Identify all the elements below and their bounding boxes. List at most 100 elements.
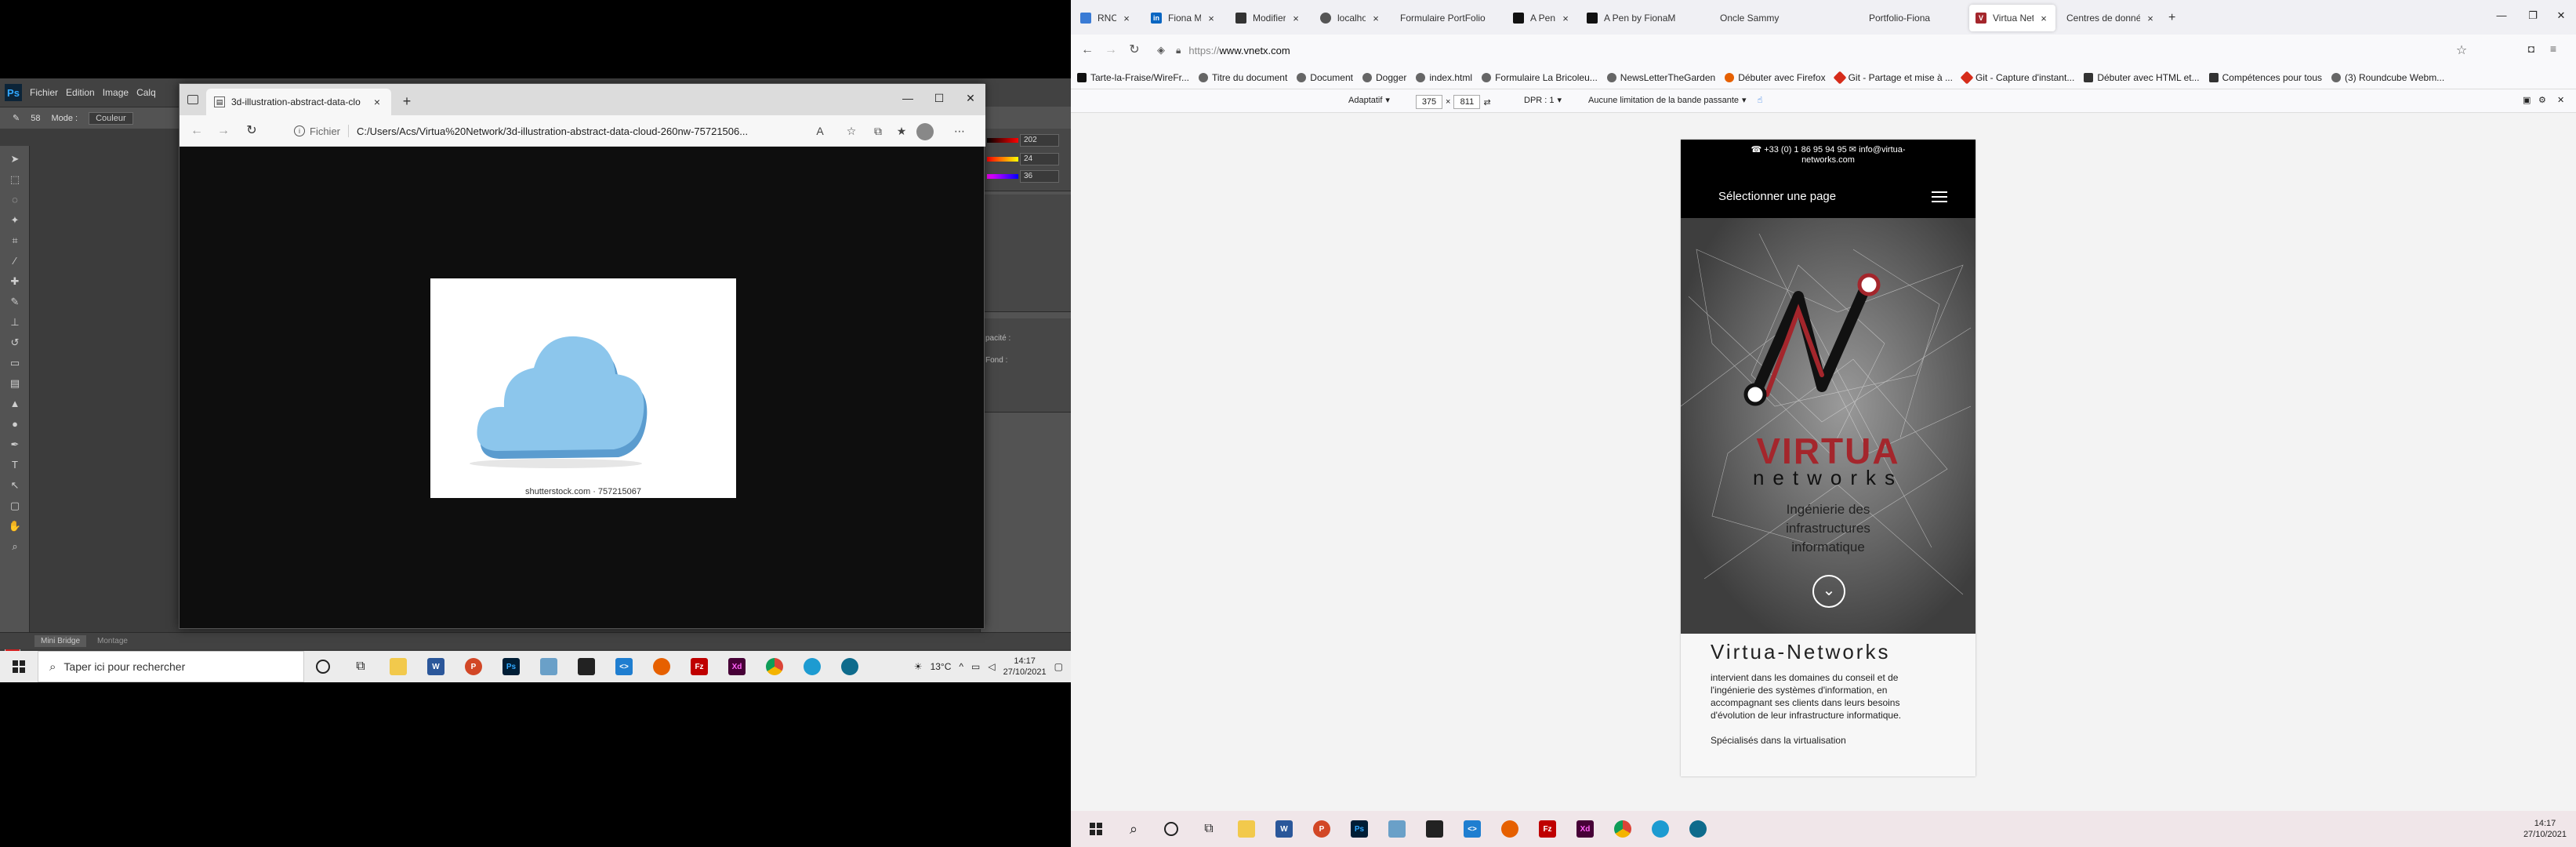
tracking-shield-icon[interactable]: ◈ bbox=[1157, 44, 1168, 56]
nav-select-label[interactable]: Sélectionner une page bbox=[1718, 190, 1836, 203]
more-menu-icon[interactable]: ⋯ bbox=[951, 123, 968, 139]
tab-montage[interactable]: Montage bbox=[91, 635, 134, 647]
shape-tool-icon[interactable]: ▢ bbox=[8, 499, 22, 513]
notifications-icon[interactable]: ▢ bbox=[1054, 661, 1063, 672]
path-select-tool-icon[interactable]: ↖ bbox=[8, 478, 22, 493]
email-part-2[interactable]: networks.com bbox=[1681, 155, 1976, 165]
word-icon[interactable]: W bbox=[1265, 811, 1303, 847]
minimize-icon[interactable]: — bbox=[896, 92, 920, 107]
gradient-tool-icon[interactable]: ▤ bbox=[8, 376, 22, 391]
brush-tool-icon[interactable]: ✎ bbox=[8, 295, 22, 309]
lasso-tool-icon[interactable]: ◌ bbox=[8, 193, 22, 207]
rotate-icon[interactable]: ⇄ bbox=[1483, 97, 1490, 107]
marquee-tool-icon[interactable]: ⬚ bbox=[8, 173, 22, 187]
dpr-selector[interactable]: DPR : 1 ▾ bbox=[1524, 95, 1562, 106]
close-tab-icon[interactable]: × bbox=[371, 96, 383, 108]
menu-edition[interactable]: Edition bbox=[66, 87, 95, 98]
ff-tab-11[interactable]: Centres de données p × bbox=[2060, 5, 2162, 31]
adobe-xd-icon[interactable]: Xd bbox=[718, 651, 756, 682]
edge-url-field[interactable]: i Fichier C:/Users/Acs/Virtua%20Network/… bbox=[294, 120, 788, 142]
edge-icon[interactable] bbox=[793, 651, 831, 682]
green-value[interactable]: 24 bbox=[1020, 153, 1059, 165]
volume-icon[interactable]: ◁ bbox=[988, 661, 995, 672]
info-icon[interactable]: i bbox=[294, 125, 305, 136]
mode-select[interactable]: Couleur bbox=[89, 111, 133, 125]
edge-dev-icon[interactable] bbox=[1679, 811, 1717, 847]
ff-tab-10-active[interactable]: V Virtua Networks | × bbox=[1969, 5, 2055, 31]
bookmark-1[interactable]: Tarte-la-Fraise/WireFr... bbox=[1077, 72, 1189, 83]
close-tab-icon[interactable]: × bbox=[1121, 13, 1132, 24]
ff-tab-5[interactable]: Formulaire PortFolio bbox=[1394, 5, 1496, 31]
zoom-tool-icon[interactable]: ⌕ bbox=[8, 540, 22, 554]
refresh-icon[interactable]: ↻ bbox=[242, 123, 261, 139]
close-tab-icon[interactable]: × bbox=[1290, 13, 1301, 24]
scroll-down-icon[interactable]: ⌄ bbox=[1812, 575, 1845, 608]
ff-tab-9[interactable]: Portfolio-Fiona bbox=[1863, 5, 1965, 31]
settings-icon[interactable]: ⚙ bbox=[2538, 95, 2546, 105]
history-brush-tool-icon[interactable]: ↺ bbox=[8, 336, 22, 350]
photoshop-icon[interactable]: Ps bbox=[492, 651, 530, 682]
red-value[interactable]: 202 bbox=[1020, 134, 1059, 147]
ff-tab-2[interactable]: in Fiona MICHEL | Li × bbox=[1145, 5, 1223, 31]
file-explorer-icon[interactable] bbox=[379, 651, 417, 682]
ff-tab-6[interactable]: A Pen by FionaM × bbox=[1507, 5, 1577, 31]
height-input[interactable]: 811 bbox=[1453, 95, 1481, 109]
red-slider[interactable] bbox=[987, 138, 1018, 143]
eraser-tool-icon[interactable]: ▭ bbox=[8, 356, 22, 370]
new-tab-icon[interactable]: + bbox=[399, 93, 415, 109]
filezilla-icon[interactable]: Fz bbox=[680, 651, 718, 682]
close-window-icon[interactable]: ✕ bbox=[2549, 9, 2573, 22]
ff-url-field[interactable]: ◈ 🔒︎ https://www.vnetx.com bbox=[1149, 39, 2027, 61]
reload-icon[interactable]: ↻ bbox=[1126, 42, 1143, 58]
start-button[interactable] bbox=[0, 651, 38, 682]
bookmark-11[interactable]: Débuter avec HTML et... bbox=[2084, 72, 2200, 83]
healing-tool-icon[interactable]: ✚ bbox=[8, 274, 22, 289]
bookmark-5[interactable]: index.html bbox=[1416, 72, 1472, 83]
dodge-tool-icon[interactable]: ● bbox=[8, 417, 22, 431]
throttle-selector[interactable]: Aucune limitation de la bande passante ▾ ☝ bbox=[1588, 95, 1762, 106]
chrome-icon[interactable] bbox=[756, 651, 793, 682]
pocket-icon[interactable]: ◘ bbox=[2523, 42, 2540, 55]
screenshot-icon[interactable]: ▣ bbox=[2523, 95, 2531, 105]
edge-icon[interactable] bbox=[1642, 811, 1679, 847]
clock-left[interactable]: 14:17 27/10/2021 bbox=[1003, 656, 1047, 678]
edge-tab-active[interactable]: ▤ 3d-illustration-abstract-data-clo × bbox=[206, 89, 391, 115]
crop-tool-icon[interactable]: ⌗ bbox=[8, 234, 22, 248]
favorites-icon[interactable]: ★ bbox=[893, 123, 910, 139]
close-tab-icon[interactable]: × bbox=[2145, 13, 2156, 24]
vscode-icon[interactable]: <> bbox=[1453, 811, 1491, 847]
firefox-icon[interactable] bbox=[643, 651, 680, 682]
tab-actions-icon[interactable] bbox=[187, 95, 198, 104]
close-tab-icon[interactable]: × bbox=[1560, 13, 1571, 24]
phone-number[interactable]: +33 (0) 1 86 95 94 95 bbox=[1764, 145, 1847, 154]
blue-slider[interactable] bbox=[987, 174, 1018, 179]
stamp-tool-icon[interactable]: ⊥ bbox=[8, 315, 22, 329]
profile-avatar[interactable] bbox=[916, 123, 934, 140]
close-rdm-icon[interactable]: ✕ bbox=[2557, 95, 2564, 105]
back-icon[interactable]: ← bbox=[1079, 42, 1096, 58]
temperature[interactable]: 13°C bbox=[931, 661, 952, 672]
favorites-star-icon[interactable]: ☆ bbox=[843, 123, 860, 139]
blur-tool-icon[interactable]: ▲ bbox=[8, 397, 22, 411]
bookmark-2[interactable]: Titre du document bbox=[1199, 72, 1287, 83]
bookmark-6[interactable]: Formulaire La Bricoleu... bbox=[1482, 72, 1598, 83]
clock-right[interactable]: 14:17 27/10/2021 bbox=[2523, 818, 2567, 840]
filezilla-icon[interactable]: Fz bbox=[1529, 811, 1566, 847]
terminal-icon[interactable] bbox=[568, 651, 605, 682]
weather-icon[interactable]: ☀ bbox=[914, 661, 923, 672]
tray-chevron-icon[interactable]: ^ bbox=[959, 661, 963, 672]
ff-tab-8[interactable]: Oncle Sammy bbox=[1714, 5, 1816, 31]
ff-tab-3[interactable]: Modifier la table × bbox=[1229, 5, 1308, 31]
bookmark-12[interactable]: Compétences pour tous bbox=[2208, 72, 2322, 83]
task-view-icon[interactable]: ⧉ bbox=[1190, 811, 1228, 847]
hamburger-menu-icon[interactable] bbox=[1932, 191, 1947, 202]
menu-icon[interactable]: ≡ bbox=[2545, 42, 2562, 55]
move-tool-icon[interactable]: ➤ bbox=[8, 152, 22, 166]
bookmark-4[interactable]: Dogger bbox=[1362, 72, 1406, 83]
app-icon[interactable] bbox=[1378, 811, 1416, 847]
photoshop-icon[interactable]: Ps bbox=[1341, 811, 1378, 847]
app-icon[interactable] bbox=[530, 651, 568, 682]
chrome-icon[interactable] bbox=[1604, 811, 1642, 847]
bookmark-7[interactable]: NewsLetterTheGarden bbox=[1606, 72, 1715, 83]
eyedropper-tool-icon[interactable]: ⁄ bbox=[8, 254, 22, 268]
